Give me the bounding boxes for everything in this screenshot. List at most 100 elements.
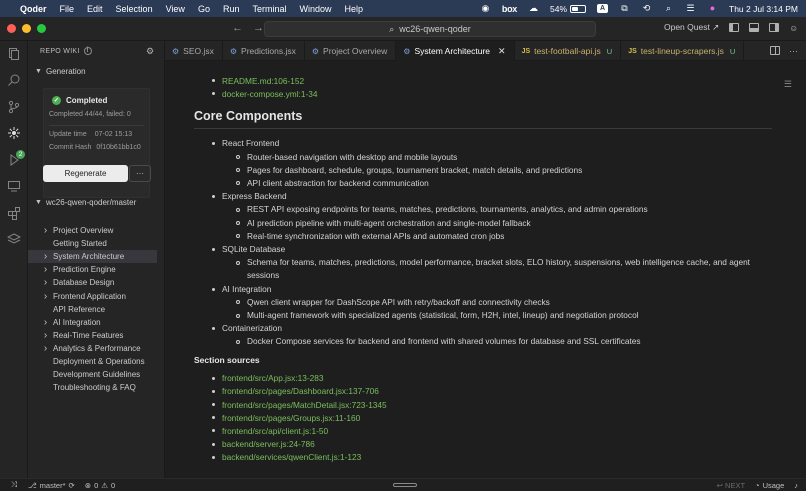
- close-window-button[interactable]: [7, 24, 16, 33]
- tree-item-label: Development Guidelines: [53, 370, 141, 380]
- generation-section-header[interactable]: ▼ Generation: [35, 67, 86, 76]
- back-arrow-icon[interactable]: ←: [232, 22, 243, 34]
- usage-button[interactable]: ◔ Usage: [755, 481, 784, 490]
- history-navigation: ← →: [232, 22, 264, 34]
- bullet: [212, 327, 215, 331]
- menu-window[interactable]: Window: [299, 4, 331, 14]
- toggle-secondary-sidebar-icon[interactable]: [769, 23, 780, 32]
- next-button[interactable]: ↩ NEXT: [717, 481, 745, 490]
- more-actions-button[interactable]: ···: [129, 165, 151, 182]
- source-control-icon[interactable]: [7, 100, 21, 114]
- menu-selection[interactable]: Selection: [116, 4, 153, 14]
- source-link[interactable]: frontend/src/pages/MatchDetail.jsx:723-1…: [194, 398, 784, 411]
- run-debug-icon[interactable]: [7, 153, 21, 167]
- minimize-window-button[interactable]: [22, 24, 31, 33]
- menubar-clock[interactable]: Thu 2 Jul 3:14 PM: [729, 4, 798, 14]
- copilot-icon[interactable]: ◉: [480, 4, 491, 13]
- chevron-down-icon: ▼: [35, 68, 42, 75]
- menu-view[interactable]: View: [166, 4, 185, 14]
- menu-file[interactable]: File: [60, 4, 75, 14]
- spotlight-search-icon[interactable]: ⌕: [663, 4, 674, 13]
- component-title: Express Backend: [222, 191, 287, 202]
- source-link[interactable]: README.md:106-152: [194, 74, 784, 87]
- regenerate-button[interactable]: Regenerate: [43, 165, 128, 182]
- explorer-icon[interactable]: [7, 47, 21, 61]
- source-link-text: frontend/src/App.jsx:13-283: [222, 373, 324, 384]
- tree-item[interactable]: › Project Overview: [28, 224, 164, 237]
- generation-title: Generation: [46, 67, 86, 76]
- tree-item[interactable]: Getting Started: [28, 237, 164, 250]
- account-icon[interactable]: ☺: [789, 23, 798, 33]
- open-quest-button[interactable]: Open Quest ↗: [664, 22, 719, 33]
- tree-item[interactable]: Deployment & Operations: [28, 355, 164, 368]
- settings-gear-icon[interactable]: ⚙: [146, 46, 154, 57]
- tree-item[interactable]: › Real-Time Features: [28, 329, 164, 342]
- tree-item[interactable]: Troubleshooting & FAQ: [28, 381, 164, 394]
- app-menu[interactable]: Qoder: [20, 4, 47, 14]
- menu-help[interactable]: Help: [345, 4, 364, 14]
- layers-icon[interactable]: [6, 232, 22, 246]
- more-icon[interactable]: ···: [789, 46, 798, 56]
- panel-header: REPO WIKI i: [40, 47, 92, 55]
- zoom-window-button[interactable]: [37, 24, 46, 33]
- source-link[interactable]: backend/server.js:24-786: [194, 438, 784, 451]
- tree-item[interactable]: Development Guidelines: [28, 368, 164, 381]
- extensions-icon[interactable]: [7, 206, 21, 220]
- component-title: Containerization: [222, 323, 282, 334]
- chevron-right-icon: ›: [43, 251, 48, 263]
- source-link[interactable]: frontend/src/App.jsx:13-283: [194, 372, 784, 385]
- tree-item[interactable]: › Database Design: [28, 276, 164, 289]
- cloud-icon[interactable]: ☁: [528, 4, 539, 13]
- tree-item[interactable]: › Analytics & Performance: [28, 342, 164, 355]
- tree-item[interactable]: API Reference: [28, 303, 164, 316]
- tree-item[interactable]: › System Architecture: [28, 250, 157, 264]
- toggle-panel-icon[interactable]: [749, 23, 760, 32]
- command-center-search[interactable]: ⌕ wc26-qwen-qoder: [264, 21, 596, 37]
- wiki-document-editor[interactable]: ☰ README.md:106-152 docker-compose.yml:1-…: [165, 61, 806, 478]
- source-link[interactable]: docker-compose.yml:1-34: [194, 87, 784, 100]
- tree-item-label: API Reference: [53, 304, 106, 314]
- split-editor-icon[interactable]: [770, 46, 780, 55]
- box-logo-icon[interactable]: box: [502, 4, 517, 14]
- remote-indicator-icon[interactable]: ⤨: [0, 480, 28, 490]
- menu-terminal[interactable]: Terminal: [252, 4, 286, 14]
- toggle-primary-sidebar-icon[interactable]: [729, 23, 740, 32]
- tree-item[interactable]: › Frontend Application: [28, 289, 164, 302]
- time-machine-icon[interactable]: ⟲: [641, 4, 652, 13]
- editor-tab[interactable]: JS test-lineup-scrapers.js U: [621, 41, 745, 61]
- input-source-icon[interactable]: A: [597, 4, 609, 13]
- editor-tab[interactable]: ⚙ Predictions.jsx: [223, 41, 305, 61]
- notifications-bell-icon[interactable]: ♪: [794, 481, 798, 490]
- outline-icon[interactable]: ☰: [784, 79, 792, 90]
- tree-item[interactable]: › Prediction Engine: [28, 263, 164, 276]
- branch-status[interactable]: ⎇ master* ⟳: [28, 481, 75, 490]
- menu-run[interactable]: Run: [223, 4, 240, 14]
- control-center-icon[interactable]: ☰: [685, 4, 696, 13]
- siri-icon[interactable]: ●: [707, 4, 718, 13]
- tree-item[interactable]: › AI Integration: [28, 316, 164, 329]
- source-link[interactable]: frontend/src/pages/Dashboard.jsx:137-706: [194, 385, 784, 398]
- battery-status[interactable]: 54%: [550, 4, 587, 14]
- source-link[interactable]: backend/services/qwenClient.js:1-123: [194, 451, 784, 464]
- problems-status[interactable]: ⊗ 0 ⚠ 0: [85, 481, 115, 490]
- source-link[interactable]: frontend/src/api/client.js:1-50: [194, 424, 784, 437]
- editor-tab[interactable]: ⚙ SEO.jsx: [165, 41, 223, 61]
- forward-arrow-icon[interactable]: →: [253, 22, 264, 34]
- close-icon[interactable]: ✕: [498, 46, 506, 57]
- repo-wiki-icon[interactable]: [7, 126, 21, 140]
- branch-name: master*: [39, 480, 66, 490]
- source-link-text: frontend/src/pages/Groups.jsx:11-160: [222, 412, 361, 423]
- source-link[interactable]: frontend/src/pages/Groups.jsx:11-160: [194, 411, 784, 424]
- info-icon[interactable]: i: [83, 47, 92, 55]
- screen-mirror-icon[interactable]: ⧉: [619, 4, 630, 13]
- repo-section-header[interactable]: ▼ wc26-qwen-qoder/master: [35, 198, 136, 207]
- component-title: AI Integration: [222, 283, 272, 294]
- editor-tab[interactable]: ⚙ System Architecture ✕: [396, 41, 515, 61]
- menu-go[interactable]: Go: [198, 4, 210, 14]
- remote-explorer-icon[interactable]: [7, 179, 21, 193]
- scroll-handle[interactable]: [393, 483, 417, 487]
- menu-edit[interactable]: Edit: [87, 4, 103, 14]
- search-view-icon[interactable]: [7, 73, 21, 87]
- editor-tab[interactable]: ⚙ Project Overview: [305, 41, 397, 61]
- editor-tab[interactable]: JS test-football-api.js U: [515, 41, 622, 61]
